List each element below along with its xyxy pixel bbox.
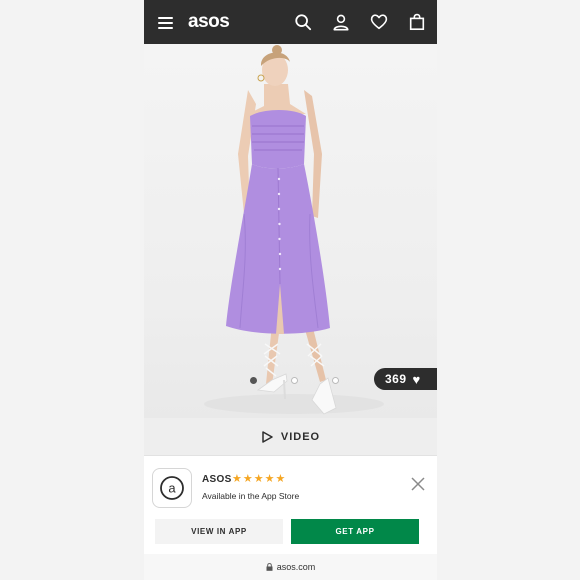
- asos-logo[interactable]: asos: [188, 11, 230, 33]
- app-store-subtitle: Available in the App Store: [202, 491, 300, 501]
- top-nav-bar: asos: [144, 0, 437, 44]
- carousel-dot-1[interactable]: [250, 377, 257, 384]
- carousel-dot-3[interactable]: [332, 377, 339, 384]
- menu-icon[interactable]: [158, 17, 173, 29]
- phone-screen: asos 369 ♥ VIDEO a ASOS ★★★★★ Available …: [144, 0, 437, 580]
- get-app-button[interactable]: GET APP: [291, 519, 419, 544]
- close-icon[interactable]: [410, 476, 426, 492]
- video-label: VIDEO: [280, 430, 321, 443]
- video-button[interactable]: VIDEO: [144, 418, 437, 455]
- view-in-app-button[interactable]: VIEW IN APP: [155, 519, 283, 544]
- url-text: asos.com: [276, 562, 316, 572]
- bag-icon[interactable]: [407, 12, 427, 32]
- account-icon[interactable]: [331, 12, 351, 32]
- product-photo-model-in-dress: [204, 45, 384, 415]
- rating-stars-icon: ★★★★★: [232, 473, 287, 485]
- lock-icon: [266, 563, 273, 571]
- asos-app-icon: a: [152, 468, 192, 508]
- app-name: ASOS: [202, 474, 232, 485]
- like-count: 369: [385, 372, 407, 386]
- search-icon[interactable]: [293, 12, 313, 32]
- product-image[interactable]: 369 ♥: [144, 44, 437, 418]
- play-icon: [262, 430, 273, 443]
- svg-text:a: a: [168, 481, 176, 496]
- heart-icon: ♥: [412, 371, 421, 387]
- wishlist-heart-icon[interactable]: [369, 12, 389, 32]
- browser-url-bar[interactable]: asos.com: [144, 554, 437, 580]
- save-count-badge[interactable]: 369 ♥: [374, 368, 437, 390]
- carousel-dots: [250, 377, 373, 384]
- carousel-dot-2[interactable]: [291, 377, 298, 384]
- header-actions: [275, 12, 427, 32]
- app-install-banner: a ASOS ★★★★★ Available in the App Store …: [144, 455, 437, 554]
